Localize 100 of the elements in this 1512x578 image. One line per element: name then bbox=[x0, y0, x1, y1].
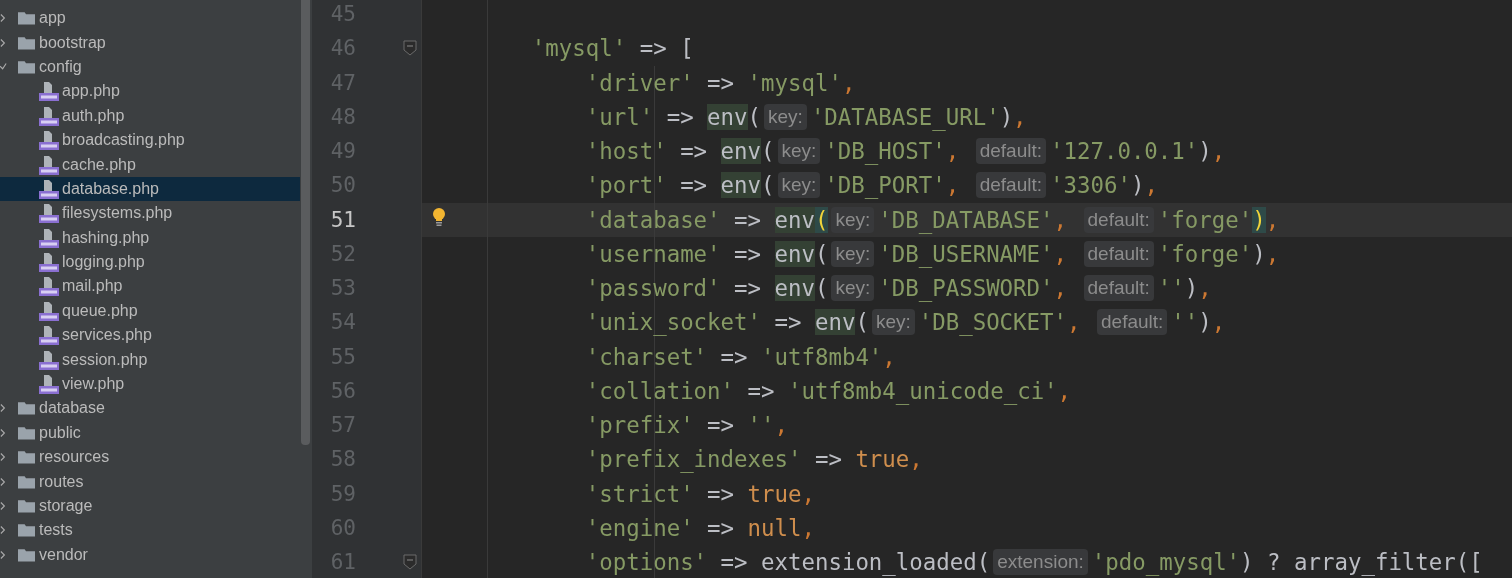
code-text: ''), bbox=[1157, 275, 1212, 302]
code-text: 'options' => extension_loaded( bbox=[585, 549, 991, 576]
parameter-hint: key: bbox=[777, 138, 821, 165]
code-text: 'DB_USERNAME', bbox=[878, 240, 1069, 267]
chevron-right-icon[interactable] bbox=[0, 13, 7, 24]
tree-file-item[interactable]: session.php bbox=[0, 347, 300, 372]
code-text: 'prefix' => '', bbox=[585, 412, 788, 439]
tree-folder-item[interactable]: app bbox=[0, 6, 300, 31]
parameter-hint: key: bbox=[831, 206, 875, 233]
php-file-icon bbox=[39, 227, 59, 248]
chevron-right-icon[interactable] bbox=[0, 452, 7, 463]
line-number: 51 bbox=[329, 207, 356, 232]
folder-icon bbox=[18, 450, 35, 465]
code-text: 'host' => env( bbox=[585, 138, 775, 165]
code-text: 'driver' => 'mysql', bbox=[585, 69, 856, 96]
code-text: 'password' => env( bbox=[585, 275, 829, 302]
parameter-hint: default: bbox=[1097, 309, 1168, 336]
code-text: 'pdo_mysql') ? array_filter([ bbox=[1091, 549, 1483, 576]
tree-file-item[interactable]: hashing.php bbox=[0, 225, 300, 250]
chevron-right-icon[interactable] bbox=[0, 37, 7, 48]
chevron-right-icon[interactable] bbox=[0, 427, 7, 438]
tree-folder-item[interactable]: tests bbox=[0, 518, 300, 543]
tree-file-item[interactable]: services.php bbox=[0, 323, 300, 348]
tree-folder-item[interactable]: routes bbox=[0, 469, 300, 494]
scrollbar-thumb[interactable] bbox=[301, 0, 310, 445]
code-text: 'engine' => null, bbox=[585, 514, 815, 541]
tree-file-item[interactable]: logging.php bbox=[0, 249, 300, 275]
code-text: 'prefix_indexes' => true, bbox=[585, 446, 923, 473]
php-file-icon bbox=[39, 252, 59, 273]
parameter-hint: default: bbox=[975, 172, 1046, 199]
tree-file-item[interactable]: broadcasting.php bbox=[0, 127, 300, 153]
chevron-right-icon[interactable] bbox=[0, 525, 7, 536]
tree-folder-item[interactable]: bootstrap bbox=[0, 30, 300, 55]
parameter-hint: key: bbox=[831, 275, 875, 302]
code-text: 'charset' => 'utf8mb4', bbox=[585, 343, 896, 370]
folder-icon bbox=[18, 474, 35, 489]
code-text: 'unix_socket' => env( bbox=[585, 309, 869, 336]
parameter-hint: default: bbox=[1083, 240, 1154, 267]
parameter-hint: key: bbox=[871, 309, 915, 336]
parameter-hint: key: bbox=[831, 240, 875, 267]
tree-folder-item[interactable]: resources bbox=[0, 445, 300, 470]
tree-file-item[interactable]: auth.php bbox=[0, 103, 300, 128]
php-file-icon bbox=[39, 276, 59, 297]
code-text: 'database' => env( bbox=[585, 206, 829, 233]
folder-icon bbox=[18, 499, 35, 513]
code-text: 'DB_DATABASE', bbox=[878, 206, 1069, 233]
code-text: '127.0.0.1'), bbox=[1050, 138, 1226, 165]
folder-icon bbox=[18, 35, 35, 50]
folder-icon bbox=[18, 523, 35, 538]
folder-icon bbox=[18, 425, 35, 440]
fold-icon[interactable] bbox=[403, 40, 417, 57]
tree-folder-item[interactable]: public bbox=[0, 420, 300, 446]
tree-file-item[interactable]: mail.php bbox=[0, 274, 300, 299]
parameter-hint: extension: bbox=[993, 549, 1088, 576]
tree-folder-item[interactable]: vendor bbox=[0, 542, 300, 567]
php-file-icon bbox=[39, 349, 59, 370]
php-file-icon bbox=[39, 203, 59, 224]
tree-file-item[interactable]: cache.php bbox=[0, 152, 300, 177]
code-text: 'forge'), bbox=[1157, 240, 1280, 267]
php-file-icon bbox=[39, 130, 59, 151]
php-file-icon bbox=[39, 300, 59, 321]
folder-icon bbox=[18, 401, 35, 416]
fold-icon[interactable] bbox=[403, 554, 417, 570]
parameter-hint: key: bbox=[777, 172, 821, 199]
code-text: 'mysql' => [ bbox=[531, 35, 694, 62]
parameter-hint: default: bbox=[1083, 206, 1154, 233]
tree-file-item[interactable]: database.php bbox=[0, 176, 300, 202]
tree-folder-item[interactable]: config bbox=[0, 54, 300, 80]
tree-file-item[interactable]: queue.php bbox=[0, 298, 300, 324]
code-text: 'DB_PASSWORD', bbox=[878, 275, 1069, 302]
code-text: 'forge'), bbox=[1157, 206, 1280, 233]
tree-file-item[interactable]: view.php bbox=[0, 371, 300, 397]
code-text: 'DATABASE_URL'), bbox=[810, 103, 1027, 130]
chevron-right-icon[interactable] bbox=[0, 476, 7, 487]
folder-icon bbox=[18, 11, 35, 26]
chevron-right-icon[interactable] bbox=[0, 403, 7, 414]
php-file-icon bbox=[39, 154, 59, 175]
chevron-right-icon[interactable] bbox=[0, 501, 7, 511]
parameter-hint: default: bbox=[975, 138, 1046, 165]
tree-file-item[interactable]: app.php bbox=[0, 79, 300, 104]
chevron-down-icon[interactable] bbox=[0, 61, 7, 72]
parameter-hint: default: bbox=[1083, 275, 1154, 302]
code-text: 'DB_HOST', bbox=[824, 138, 961, 165]
code-text: 'DB_SOCKET', bbox=[918, 309, 1082, 336]
code-text: 'collation' => 'utf8mb4_unicode_ci', bbox=[585, 377, 1072, 404]
php-file-icon bbox=[39, 374, 59, 395]
code-text: 'DB_PORT', bbox=[824, 172, 961, 199]
tree-folder-item[interactable]: storage bbox=[0, 493, 300, 519]
code-text: 'strict' => true, bbox=[585, 480, 815, 507]
php-file-icon bbox=[39, 81, 59, 102]
folder-icon bbox=[18, 59, 35, 74]
tree-folder-item[interactable]: database bbox=[0, 396, 300, 421]
lightbulb-icon[interactable] bbox=[432, 207, 446, 226]
chevron-right-icon[interactable] bbox=[0, 549, 7, 560]
code-text: 'url' => env( bbox=[585, 103, 762, 130]
php-file-icon bbox=[39, 178, 59, 199]
tree-file-item[interactable]: filesystems.php bbox=[0, 201, 300, 226]
code-text: '3306'), bbox=[1050, 172, 1158, 199]
code-text: 'username' => env( bbox=[585, 240, 829, 267]
php-file-icon bbox=[39, 105, 59, 126]
